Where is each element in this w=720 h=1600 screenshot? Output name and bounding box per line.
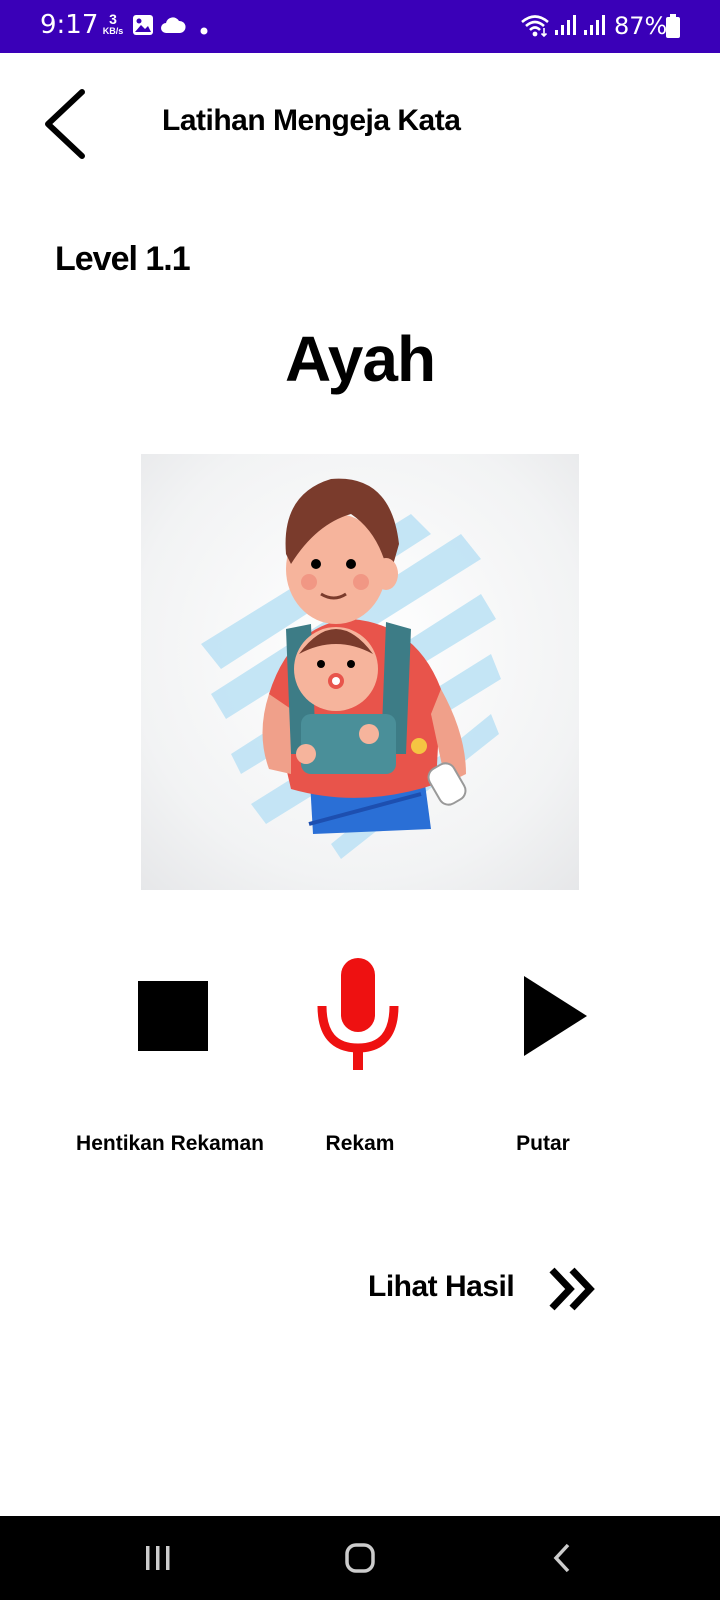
word-title: Ayah bbox=[284, 323, 436, 395]
stop-label: Hentikan Rekaman bbox=[76, 1132, 264, 1155]
network-speed: 3 KB/s bbox=[98, 12, 128, 36]
play-button[interactable] bbox=[523, 975, 589, 1057]
home-button[interactable] bbox=[330, 1534, 390, 1584]
battery-percent: 87% bbox=[614, 12, 668, 40]
signal-icon-2 bbox=[583, 14, 607, 41]
dot-icon bbox=[200, 22, 208, 40]
cloud-icon bbox=[160, 16, 186, 39]
battery-icon bbox=[666, 14, 680, 43]
signal-icon bbox=[554, 14, 578, 41]
view-result-label: Lihat Hasil bbox=[368, 1270, 515, 1303]
back-button[interactable] bbox=[36, 84, 96, 164]
play-label: Putar bbox=[516, 1132, 570, 1155]
status-bar: 9:17 3 KB/s 87% bbox=[0, 0, 720, 53]
double-chevron-right-icon bbox=[546, 1266, 598, 1317]
level-label: Level 1.1 bbox=[55, 240, 191, 278]
father-carrying-baby-illustration bbox=[141, 454, 579, 890]
home-icon bbox=[345, 1543, 375, 1573]
navigation-bar bbox=[0, 1516, 720, 1600]
stop-icon bbox=[138, 981, 208, 1051]
view-result-link[interactable]: Lihat Hasil bbox=[366, 1262, 606, 1322]
network-speed-unit: KB/s bbox=[102, 26, 124, 36]
page-title: Latihan Mengeja Kata bbox=[162, 104, 461, 137]
recent-apps-button[interactable] bbox=[128, 1534, 188, 1584]
status-time: 9:17 bbox=[40, 10, 99, 40]
nav-back-button[interactable] bbox=[532, 1534, 592, 1584]
stop-button[interactable] bbox=[138, 981, 208, 1051]
microphone-icon bbox=[317, 958, 399, 1070]
wifi-icon bbox=[520, 14, 550, 43]
recent-apps-icon bbox=[146, 1546, 170, 1570]
record-button[interactable] bbox=[316, 956, 400, 1072]
chevron-left-icon bbox=[45, 89, 85, 159]
record-label: Rekam bbox=[325, 1132, 395, 1155]
play-icon bbox=[524, 976, 587, 1056]
network-speed-value: 3 bbox=[109, 11, 117, 27]
back-icon bbox=[553, 1543, 570, 1573]
image-icon bbox=[132, 14, 154, 41]
